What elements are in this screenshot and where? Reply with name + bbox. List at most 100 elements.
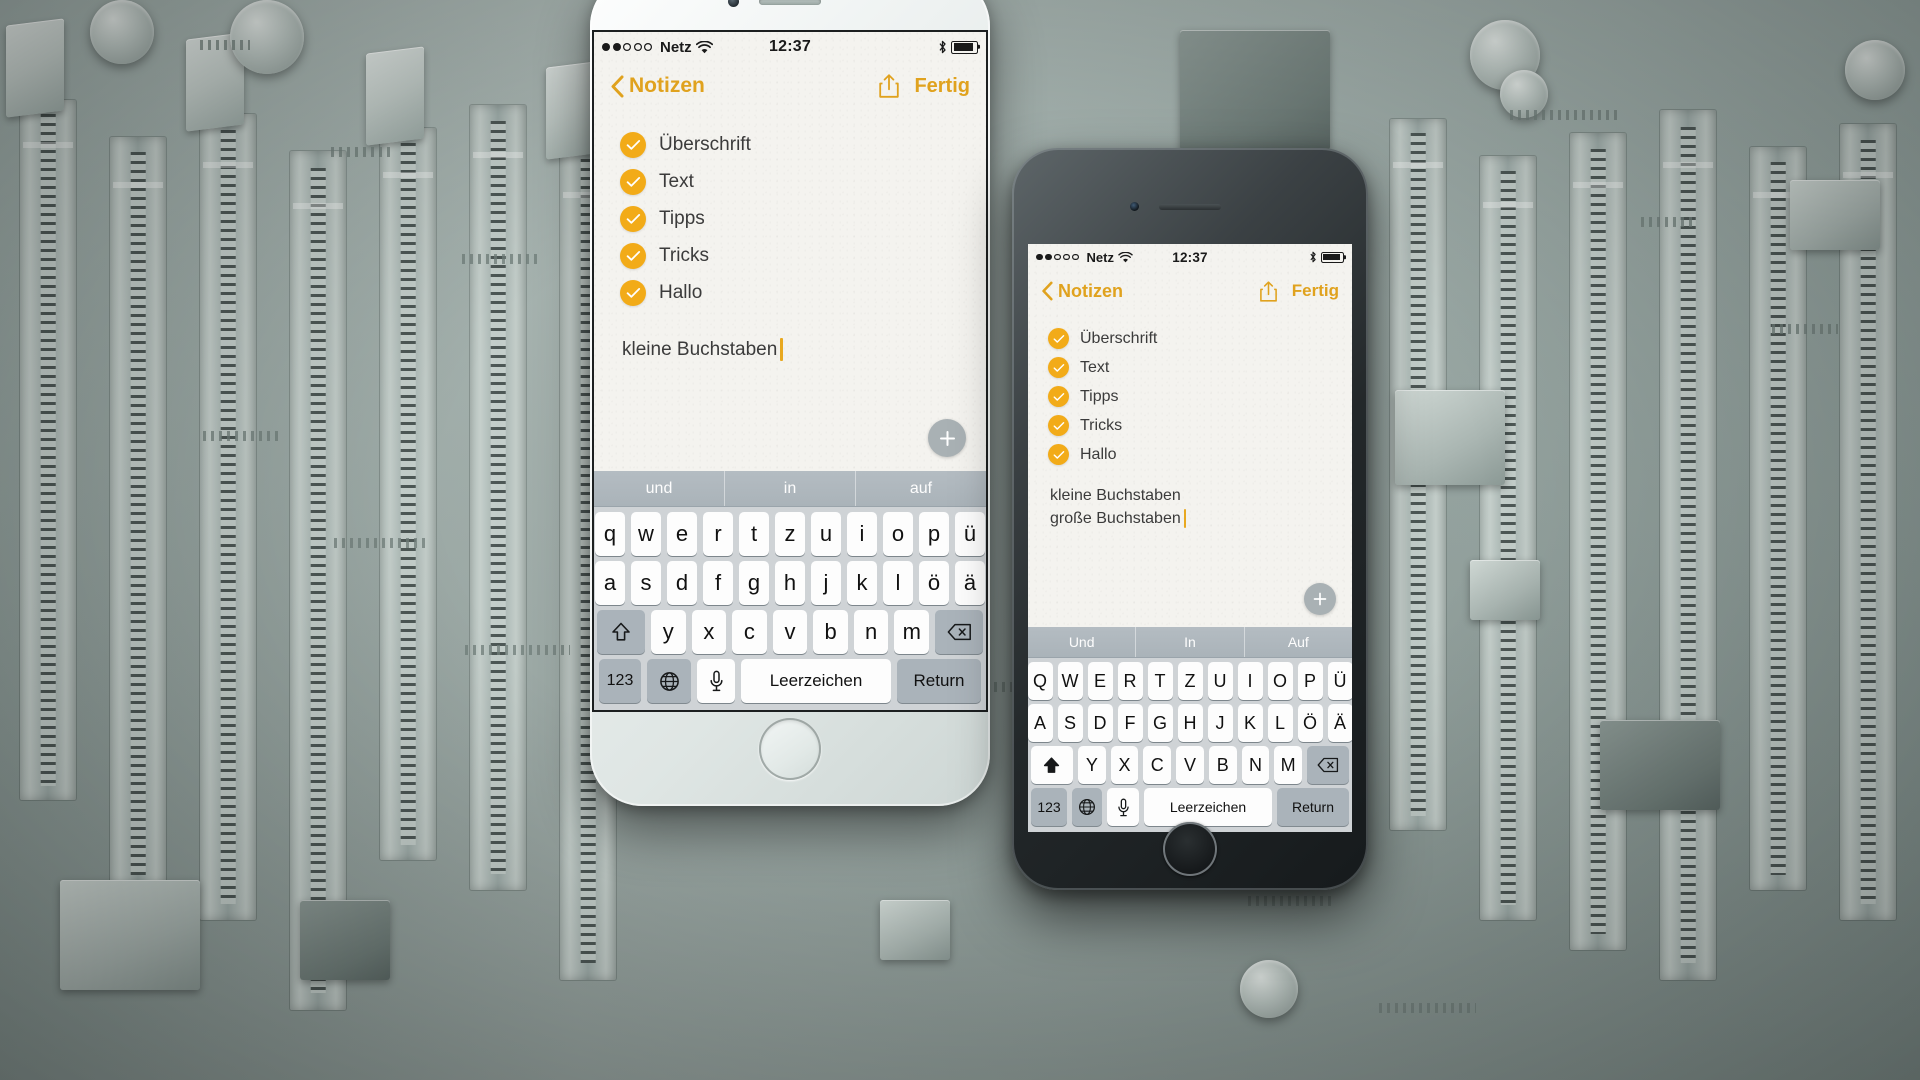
checkbox-checked-icon[interactable] [620, 243, 646, 269]
key-x[interactable]: x [691, 610, 727, 654]
note-content-area[interactable]: Überschrift Text Tipps Tricks Hallo klei… [594, 110, 986, 471]
suggestion-item[interactable]: Auf [1243, 627, 1352, 657]
note-text-lines[interactable]: kleine Buchstaben [594, 338, 986, 361]
key-a-umlaut[interactable]: ä [955, 561, 985, 605]
key-l[interactable]: l [883, 561, 913, 605]
key-t[interactable]: T [1147, 662, 1173, 700]
key-r[interactable]: R [1117, 662, 1143, 700]
note-content-area[interactable]: Überschrift Text Tipps Tricks Hallo klei… [1028, 312, 1352, 627]
checklist-item[interactable]: Tipps [1048, 386, 1352, 407]
key-y[interactable]: y [650, 610, 686, 654]
return-key[interactable]: Return [897, 659, 981, 703]
key-h[interactable]: H [1177, 704, 1203, 742]
key-y[interactable]: Y [1077, 746, 1106, 784]
key-o[interactable]: o [883, 512, 913, 556]
globe-key[interactable] [647, 659, 691, 703]
home-button[interactable] [759, 718, 821, 780]
key-t[interactable]: t [739, 512, 769, 556]
key-v[interactable]: v [772, 610, 808, 654]
key-n[interactable]: n [853, 610, 889, 654]
checklist-item[interactable]: Hallo [620, 280, 986, 306]
return-key[interactable]: Return [1277, 788, 1349, 826]
suggestion-item[interactable]: in [724, 471, 855, 506]
key-e[interactable]: e [667, 512, 697, 556]
key-u-umlaut[interactable]: Ü [1327, 662, 1352, 700]
share-icon[interactable] [878, 73, 900, 99]
key-z[interactable]: z [775, 512, 805, 556]
key-h[interactable]: h [775, 561, 805, 605]
checkbox-checked-icon[interactable] [1048, 386, 1069, 407]
key-j[interactable]: J [1207, 704, 1233, 742]
key-c[interactable]: C [1143, 746, 1172, 784]
home-button[interactable] [1163, 822, 1217, 876]
suggestion-item[interactable]: Und [1028, 627, 1135, 657]
add-attachment-button[interactable] [928, 419, 966, 457]
suggestion-item[interactable]: In [1135, 627, 1243, 657]
key-u[interactable]: u [811, 512, 841, 556]
key-d[interactable]: d [667, 561, 697, 605]
key-g[interactable]: G [1147, 704, 1173, 742]
shift-key[interactable] [596, 610, 645, 654]
key-o[interactable]: O [1267, 662, 1293, 700]
key-p[interactable]: p [919, 512, 949, 556]
key-o-umlaut[interactable]: Ö [1297, 704, 1323, 742]
checkbox-checked-icon[interactable] [620, 280, 646, 306]
back-to-notizen-button[interactable]: Notizen [610, 74, 705, 98]
checklist-item[interactable]: Tipps [620, 206, 986, 232]
key-w[interactable]: W [1057, 662, 1083, 700]
checklist-item[interactable]: Hallo [1048, 444, 1352, 465]
key-e[interactable]: E [1087, 662, 1113, 700]
autocorrect-suggestion-bar[interactable]: und in auf [594, 471, 986, 507]
shift-key[interactable] [1030, 746, 1073, 784]
suggestion-item[interactable]: und [594, 471, 724, 506]
checklist-item[interactable]: Tricks [1048, 415, 1352, 436]
key-a[interactable]: A [1028, 704, 1053, 742]
checkbox-checked-icon[interactable] [1048, 444, 1069, 465]
key-q[interactable]: Q [1028, 662, 1053, 700]
key-u-umlaut[interactable]: ü [955, 512, 985, 556]
autocorrect-suggestion-bar[interactable]: Und In Auf [1028, 627, 1352, 658]
key-a[interactable]: a [595, 561, 625, 605]
back-to-notizen-button[interactable]: Notizen [1041, 281, 1123, 302]
key-s[interactable]: s [631, 561, 661, 605]
checklist-item[interactable]: Tricks [620, 243, 986, 269]
backspace-key[interactable] [935, 610, 984, 654]
globe-key[interactable] [1072, 788, 1102, 826]
onscreen-keyboard[interactable]: und in auf q w e r t z u i o p ü a s d f… [594, 471, 986, 710]
key-c[interactable]: c [732, 610, 767, 654]
checklist-item[interactable]: Überschrift [620, 132, 986, 158]
checklist-item[interactable]: Text [1048, 357, 1352, 378]
key-i[interactable]: I [1237, 662, 1263, 700]
key-z[interactable]: Z [1177, 662, 1203, 700]
onscreen-keyboard[interactable]: Und In Auf Q W E R T Z U I O P Ü A S D F… [1028, 627, 1352, 832]
space-key[interactable]: Leerzeichen [741, 659, 891, 703]
key-n[interactable]: N [1241, 746, 1270, 784]
share-icon[interactable] [1259, 280, 1278, 303]
key-w[interactable]: w [631, 512, 661, 556]
dictation-key[interactable] [697, 659, 735, 703]
key-q[interactable]: q [595, 512, 625, 556]
checkbox-checked-icon[interactable] [620, 132, 646, 158]
key-l[interactable]: L [1267, 704, 1293, 742]
checklist-item[interactable]: Text [620, 169, 986, 195]
key-g[interactable]: g [739, 561, 769, 605]
numbers-key[interactable]: 123 [1031, 788, 1067, 826]
key-j[interactable]: j [811, 561, 841, 605]
checkbox-checked-icon[interactable] [620, 206, 646, 232]
key-b[interactable]: B [1208, 746, 1237, 784]
checkbox-checked-icon[interactable] [620, 169, 646, 195]
key-m[interactable]: M [1274, 746, 1303, 784]
checkbox-checked-icon[interactable] [1048, 415, 1069, 436]
key-m[interactable]: m [894, 610, 930, 654]
key-f[interactable]: F [1117, 704, 1143, 742]
done-button[interactable]: Fertig [1292, 281, 1339, 301]
key-a-umlaut[interactable]: Ä [1327, 704, 1352, 742]
suggestion-item[interactable]: auf [855, 471, 986, 506]
key-v[interactable]: V [1176, 746, 1204, 784]
key-d[interactable]: D [1087, 704, 1113, 742]
key-o-umlaut[interactable]: ö [919, 561, 949, 605]
checklist-item[interactable]: Überschrift [1048, 328, 1352, 349]
key-f[interactable]: f [703, 561, 733, 605]
key-x[interactable]: X [1110, 746, 1139, 784]
key-p[interactable]: P [1297, 662, 1323, 700]
